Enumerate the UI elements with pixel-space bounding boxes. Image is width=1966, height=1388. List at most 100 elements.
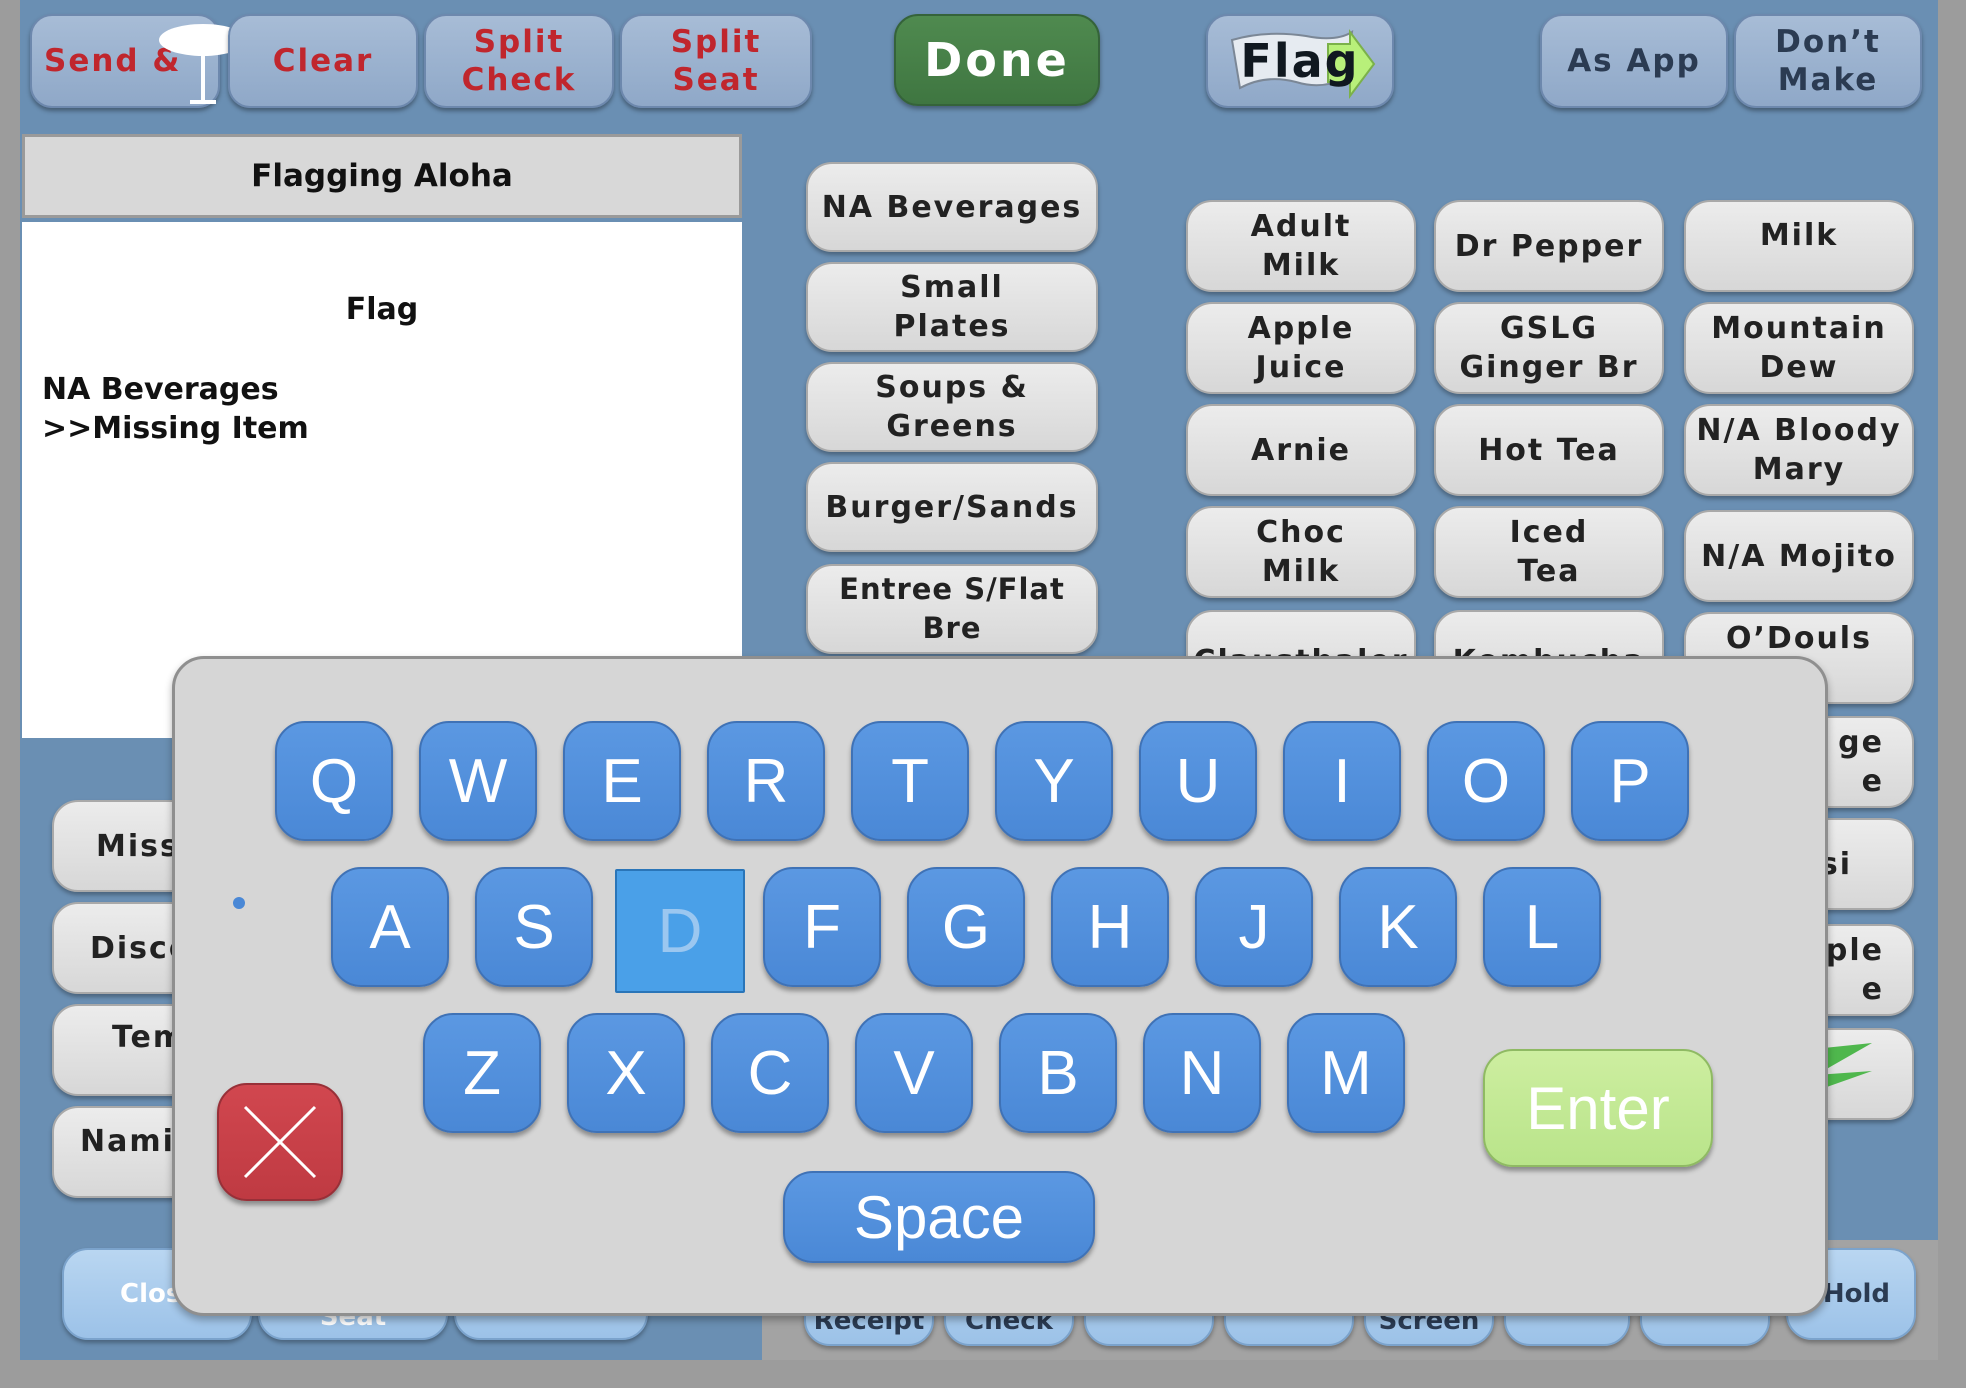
key-n[interactable]: N bbox=[1143, 1013, 1261, 1133]
key-label: G bbox=[941, 892, 991, 962]
as-app-button-label: As App bbox=[1567, 43, 1701, 79]
item-label-line2: Milk bbox=[1261, 554, 1341, 589]
key-label: R bbox=[743, 746, 789, 816]
key-label: A bbox=[369, 892, 411, 962]
key-h[interactable]: H bbox=[1051, 867, 1169, 987]
key-label: H bbox=[1087, 892, 1133, 962]
key-label: F bbox=[803, 892, 841, 962]
item-milk[interactable]: Milk bbox=[1684, 200, 1914, 292]
item-label-line1: N/A Bloody bbox=[1696, 413, 1902, 448]
key-label: V bbox=[893, 1038, 935, 1108]
item-label-line1: GSLG bbox=[1500, 311, 1598, 346]
item-gslg-ginger-beer[interactable]: GSLG Ginger Br bbox=[1434, 302, 1664, 394]
clear-button-label: Clear bbox=[272, 43, 374, 79]
item-na-mojito[interactable]: N/A Mojito bbox=[1684, 510, 1914, 602]
key-q[interactable]: Q bbox=[275, 721, 393, 841]
key-s[interactable]: S bbox=[475, 867, 593, 987]
split-seat-line1: Split bbox=[670, 24, 762, 60]
key-o[interactable]: O bbox=[1427, 721, 1545, 841]
key-g[interactable]: G bbox=[907, 867, 1025, 987]
category-label: NA Beverages bbox=[821, 189, 1083, 225]
key-m[interactable]: M bbox=[1287, 1013, 1405, 1133]
item-apple-juice[interactable]: Apple Juice bbox=[1186, 302, 1416, 394]
item-na-bloody-mary[interactable]: N/A Bloody Mary bbox=[1684, 404, 1914, 496]
item-label-line2: Tea bbox=[1517, 554, 1581, 589]
key-p[interactable]: P bbox=[1571, 721, 1689, 841]
item-mountain-dew[interactable]: Mountain Dew bbox=[1684, 302, 1914, 394]
close-icon bbox=[243, 1105, 317, 1179]
key-z[interactable]: Z bbox=[423, 1013, 541, 1133]
category-entree[interactable]: Entree S/Flat Bre bbox=[806, 564, 1098, 654]
key-v[interactable]: V bbox=[855, 1013, 973, 1133]
item-choc-milk[interactable]: Choc Milk bbox=[1186, 506, 1416, 598]
item-label-line1: Mountain bbox=[1711, 311, 1887, 346]
item-label: N/A Mojito bbox=[1701, 538, 1897, 574]
flag-button[interactable]: Flag bbox=[1206, 14, 1394, 108]
enter-key[interactable]: Enter bbox=[1483, 1049, 1713, 1167]
item-hot-tea[interactable]: Hot Tea bbox=[1434, 404, 1664, 496]
enter-key-label: Enter bbox=[1526, 1074, 1670, 1142]
key-label: X bbox=[605, 1038, 647, 1108]
category-small-plates[interactable]: Small Plates bbox=[806, 262, 1098, 352]
item-label-line2: Mary bbox=[1752, 452, 1846, 487]
split-seat-button[interactable]: Split Seat bbox=[620, 14, 812, 108]
key-label: B bbox=[1037, 1038, 1079, 1108]
key-r[interactable]: R bbox=[707, 721, 825, 841]
key-l[interactable]: L bbox=[1483, 867, 1601, 987]
key-y[interactable]: Y bbox=[995, 721, 1113, 841]
ticket-header-label: Flagging Aloha bbox=[251, 158, 513, 194]
key-label: T bbox=[891, 746, 929, 816]
onscreen-keyboard: Q W E R T Y U I O P A S D F G H J K L Z … bbox=[172, 656, 1828, 1316]
key-a[interactable]: A bbox=[331, 867, 449, 987]
category-soups-greens[interactable]: Soups & Greens bbox=[806, 362, 1098, 452]
key-c[interactable]: C bbox=[711, 1013, 829, 1133]
key-e[interactable]: E bbox=[563, 721, 681, 841]
as-app-button[interactable]: As App bbox=[1540, 14, 1728, 108]
cursor-dot bbox=[233, 897, 245, 909]
key-i[interactable]: I bbox=[1283, 721, 1401, 841]
split-check-button[interactable]: Split Check bbox=[424, 14, 614, 108]
item-label-line1: Adult bbox=[1250, 209, 1352, 244]
item-label-line2: Dew bbox=[1759, 350, 1839, 385]
item-label-line1: Apple bbox=[1247, 311, 1355, 346]
item-dr-pepper[interactable]: Dr Pepper bbox=[1434, 200, 1664, 292]
done-button-label: Done bbox=[924, 33, 1070, 87]
key-k[interactable]: K bbox=[1339, 867, 1457, 987]
item-label-line2: Ginger Br bbox=[1459, 350, 1639, 385]
item-label-line2: e bbox=[1861, 972, 1884, 1007]
key-u[interactable]: U bbox=[1139, 721, 1257, 841]
item-label: Milk bbox=[1759, 218, 1839, 253]
item-adult-milk[interactable]: Adult Milk bbox=[1186, 200, 1416, 292]
key-j[interactable]: J bbox=[1195, 867, 1313, 987]
space-key-label: Space bbox=[853, 1183, 1025, 1251]
space-key[interactable]: Space bbox=[783, 1171, 1095, 1263]
dont-make-button[interactable]: Don’t Make bbox=[1734, 14, 1922, 108]
key-label: Q bbox=[309, 746, 359, 816]
cancel-keyboard-button[interactable] bbox=[217, 1083, 343, 1201]
key-label: P bbox=[1609, 746, 1651, 816]
split-check-line2: Check bbox=[461, 62, 577, 98]
key-w[interactable]: W bbox=[419, 721, 537, 841]
item-arnie[interactable]: Arnie bbox=[1186, 404, 1416, 496]
key-label: E bbox=[601, 746, 643, 816]
done-button[interactable]: Done bbox=[894, 14, 1100, 106]
category-na-beverages[interactable]: NA Beverages bbox=[806, 162, 1098, 252]
item-iced-tea[interactable]: Iced Tea bbox=[1434, 506, 1664, 598]
key-b[interactable]: B bbox=[999, 1013, 1117, 1133]
key-d[interactable]: D bbox=[615, 869, 745, 993]
clear-button[interactable]: Clear bbox=[228, 14, 418, 108]
bottom-button-label: Hold bbox=[1822, 1279, 1890, 1309]
send-and-stay-button[interactable]: Send & bbox=[30, 14, 247, 108]
category-label: Soups & Greens bbox=[875, 370, 1029, 444]
item-label-line1: Iced bbox=[1509, 515, 1589, 550]
key-x[interactable]: X bbox=[567, 1013, 685, 1133]
key-label: C bbox=[747, 1038, 793, 1108]
key-label: K bbox=[1377, 892, 1419, 962]
dont-make-line1: Don’t bbox=[1775, 24, 1881, 60]
category-burger-sands[interactable]: Burger/Sands bbox=[806, 462, 1098, 552]
split-seat-line2: Seat bbox=[672, 62, 760, 98]
key-t[interactable]: T bbox=[851, 721, 969, 841]
key-label: I bbox=[1333, 746, 1351, 816]
key-label: O bbox=[1461, 746, 1511, 816]
key-f[interactable]: F bbox=[763, 867, 881, 987]
